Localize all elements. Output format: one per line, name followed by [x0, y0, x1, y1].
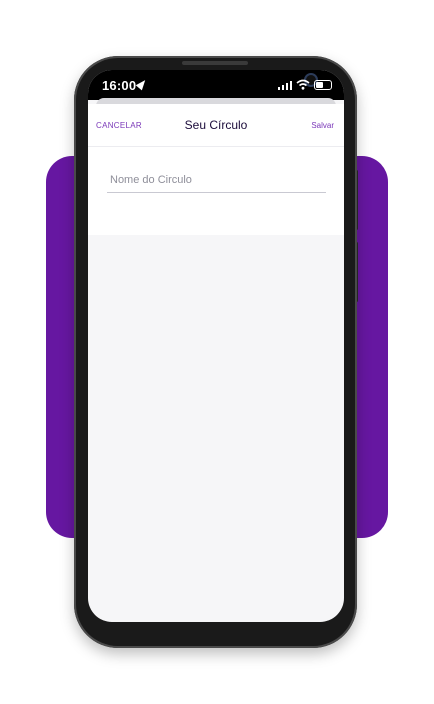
status-bar: 16:00 [88, 70, 344, 100]
save-button[interactable]: Salvar [311, 121, 334, 130]
location-arrow-icon [135, 77, 149, 91]
notch [184, 70, 318, 87]
speaker-grille [182, 61, 248, 65]
wifi-icon [296, 79, 310, 90]
battery-icon [314, 80, 332, 90]
nav-bar: CANCELAR Seu Círculo Salvar [88, 104, 344, 147]
status-time: 16:00 [102, 78, 137, 93]
page-title: Seu Círculo [184, 118, 248, 132]
cellular-signal-icon [278, 80, 292, 90]
form-area [88, 147, 344, 235]
circle-name-input[interactable] [107, 171, 326, 193]
phone-screen: 16:00 CANCELAR Seu Círculo Salvar [88, 70, 344, 622]
